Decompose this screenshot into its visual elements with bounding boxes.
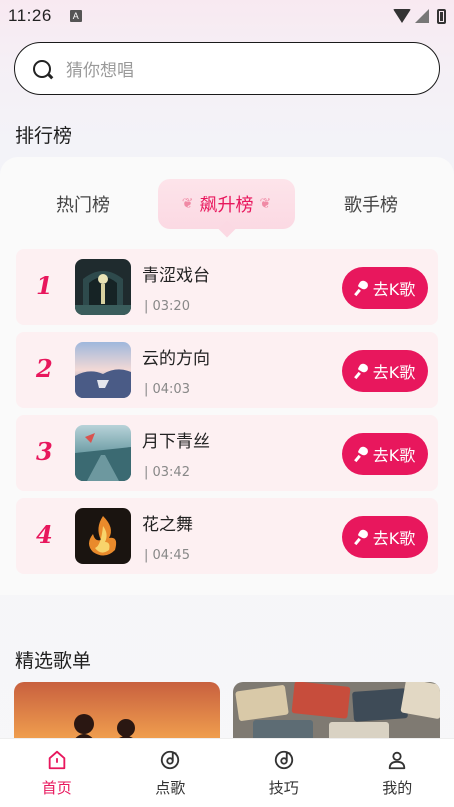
song-title: 云的方向 (142, 349, 210, 369)
song-row[interactable]: 4 花之舞 | 04:45 去K歌 (16, 498, 438, 574)
song-cover (75, 259, 131, 315)
status-bar: 11:26 A (0, 0, 454, 32)
music-disc-icon (161, 750, 180, 770)
tab-rising-label: 飙升榜 (199, 195, 254, 216)
ranking-title: 排行榜 (15, 125, 73, 147)
karaoke-button-label: 去K歌 (372, 363, 416, 382)
tabbar-label: 点歌 (155, 779, 186, 797)
rank-number: 2 (36, 354, 53, 383)
tabbar-label: 技巧 (268, 779, 299, 797)
microphone-icon (355, 530, 369, 544)
karaoke-button[interactable]: 去K歌 (342, 267, 428, 309)
person-icon (389, 751, 406, 770)
wing-right-icon: ❦ (259, 196, 272, 212)
song-title: 青涩戏台 (142, 266, 210, 286)
status-icons (393, 8, 446, 24)
battery-icon (437, 8, 446, 24)
signal-icon (415, 9, 429, 23)
ranking-card: 热门榜 ❦ 飙升榜 ❦ 歌手榜 1 青涩戏台 | 03:20 去K歌 2 云的方… (0, 157, 454, 595)
tabbar-label: 我的 (382, 779, 413, 797)
bottom-tab-bar: 首页 点歌 技巧 我的 (0, 738, 454, 807)
playlist-section-title: 精选歌单 (15, 650, 92, 672)
ranking-tabs: 热门榜 ❦ 飙升榜 ❦ 歌手榜 (0, 179, 454, 229)
status-time: 11:26 (8, 6, 52, 25)
tabbar-item-profile[interactable]: 我的 (341, 739, 454, 807)
playlist-card[interactable] (233, 682, 440, 742)
wifi-icon (393, 9, 411, 23)
search-bar[interactable]: 猜你想唱 (14, 42, 440, 95)
search-icon (33, 59, 51, 78)
karaoke-button[interactable]: 去K歌 (342, 516, 428, 558)
wing-left-icon: ❦ (181, 196, 194, 212)
song-row[interactable]: 2 云的方向 | 04:03 去K歌 (16, 332, 438, 408)
rank-number: 1 (36, 271, 53, 300)
song-title: 花之舞 (142, 515, 193, 535)
microphone-icon (355, 447, 369, 461)
microphone-icon (355, 364, 369, 378)
tabbar-item-tips[interactable]: 技巧 (227, 739, 341, 807)
tab-hot[interactable]: 热门榜 (40, 179, 126, 229)
tab-singer[interactable]: 歌手榜 (328, 179, 414, 229)
tabbar-item-home[interactable]: 首页 (0, 739, 114, 807)
song-duration: | 04:45 (144, 548, 190, 563)
tab-rising[interactable]: ❦ 飙升榜 ❦ (158, 179, 295, 229)
home-icon (48, 750, 65, 770)
microphone-icon (355, 281, 369, 295)
music-disc-icon (274, 750, 293, 770)
rank-number: 3 (36, 437, 53, 466)
song-duration: | 04:03 (144, 382, 190, 397)
karaoke-button-label: 去K歌 (372, 446, 416, 465)
rank-number: 4 (36, 520, 53, 549)
karaoke-button[interactable]: 去K歌 (342, 433, 428, 475)
song-cover (75, 342, 131, 398)
song-duration: | 03:20 (144, 299, 190, 314)
song-row[interactable]: 1 青涩戏台 | 03:20 去K歌 (16, 249, 438, 325)
song-title: 月下青丝 (142, 432, 210, 452)
karaoke-button-label: 去K歌 (372, 280, 416, 299)
tabbar-label: 首页 (41, 779, 72, 797)
karaoke-button-label: 去K歌 (372, 529, 416, 548)
song-cover (75, 508, 131, 564)
song-duration: | 03:42 (144, 465, 190, 480)
tabbar-item-song-request[interactable]: 点歌 (114, 739, 228, 807)
notification-a-icon: A (69, 10, 82, 22)
karaoke-button[interactable]: 去K歌 (342, 350, 428, 392)
song-cover (75, 425, 131, 481)
search-input[interactable]: 猜你想唱 (66, 56, 134, 81)
playlist-card[interactable] (14, 682, 220, 742)
song-row[interactable]: 3 月下青丝 | 03:42 去K歌 (16, 415, 438, 491)
